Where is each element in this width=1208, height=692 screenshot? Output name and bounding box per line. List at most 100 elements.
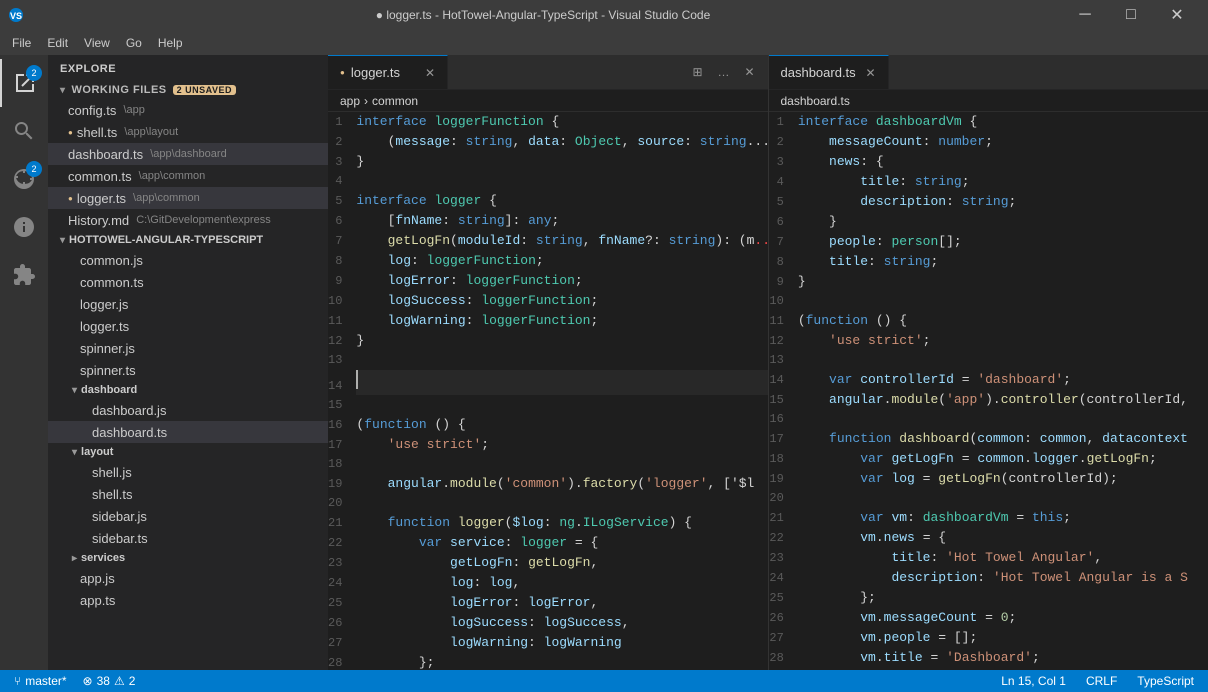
- code-line: 24 description: 'Hot Towel Angular is a …: [769, 568, 1208, 588]
- git-badge: 2: [26, 161, 42, 177]
- line-ending-text: CRLF: [1086, 674, 1117, 688]
- split-editor-button[interactable]: ⊞: [686, 60, 710, 84]
- code-line: 2 messageCount: number;: [769, 132, 1208, 152]
- errors-status[interactable]: ⊗ 38 ⚠ 2: [79, 674, 140, 688]
- file-label: dashboard.ts: [68, 147, 143, 162]
- file-label: shell.ts: [77, 125, 117, 140]
- statusbar: ⑂ master* ⊗ 38 ⚠ 2 Ln 15, Col 1 CRLF Typ…: [0, 670, 1208, 692]
- code-line: 21 function logger($log: ng.ILogService)…: [328, 513, 768, 533]
- file-shell-js[interactable]: shell.js: [48, 461, 328, 483]
- code-line: 21 var vm: dashboardVm = this;: [769, 508, 1208, 528]
- code-line: 19 var log = getLogFn(controllerId);: [769, 469, 1208, 489]
- code-line: 3 news: {: [769, 152, 1208, 172]
- code-line: 4 title: string;: [769, 172, 1208, 192]
- code-line: 11 logWarning: loggerFunction;: [328, 311, 768, 331]
- tab-dashboard[interactable]: dashboard.ts ✕: [769, 55, 889, 89]
- tab-logger[interactable]: ● logger.ts ✕: [328, 55, 448, 89]
- code-line: 22 var service: logger = {: [328, 533, 768, 553]
- code-line: 5 description: string;: [769, 192, 1208, 212]
- project-folder-header[interactable]: ▾ HOTTOWEL-ANGULAR-TYPESCRIPT: [48, 231, 328, 249]
- editor-content-right[interactable]: 1interface dashboardVm { 2 messageCount:…: [769, 112, 1208, 670]
- language-text: TypeScript: [1137, 674, 1194, 688]
- file-logger-ts[interactable]: logger.ts: [48, 315, 328, 337]
- services-folder-label: services: [81, 552, 125, 564]
- file-spinner-ts[interactable]: spinner.ts: [48, 359, 328, 381]
- debug-activity-icon[interactable]: [0, 203, 48, 251]
- working-file-shell[interactable]: ● shell.ts \app\layout: [48, 121, 328, 143]
- search-activity-icon[interactable]: [0, 107, 48, 155]
- line-ending-status[interactable]: CRLF: [1082, 674, 1121, 688]
- titlebar: VS ● logger.ts - HotTowel-Angular-TypeSc…: [0, 0, 1208, 30]
- editors-area: ● logger.ts ✕ ⊞ … ✕ app › common 1interf…: [328, 55, 1208, 670]
- tab-bar-right: dashboard.ts ✕: [769, 55, 1208, 90]
- file-label: common.ts: [68, 169, 132, 184]
- breadcrumb-part: dashboard.ts: [781, 94, 850, 108]
- file-shell-ts[interactable]: shell.ts: [48, 483, 328, 505]
- activitybar: 2 2: [0, 55, 48, 670]
- menu-file[interactable]: File: [4, 34, 39, 52]
- layout-folder-label: layout: [81, 446, 113, 458]
- code-line: 9 logError: loggerFunction;: [328, 271, 768, 291]
- sidebar: EXPLORE ▾ WORKING FILES 2 UNSAVED config…: [48, 55, 328, 670]
- maximize-button[interactable]: □: [1108, 0, 1154, 30]
- file-sidebar-js[interactable]: sidebar.js: [48, 505, 328, 527]
- tab-filename: dashboard.ts: [781, 65, 856, 80]
- code-line: 17 function dashboard(common: common, da…: [769, 429, 1208, 449]
- tab-close-button[interactable]: ✕: [865, 66, 875, 80]
- language-status[interactable]: TypeScript: [1133, 674, 1198, 688]
- code-line: 1interface dashboardVm {: [769, 112, 1208, 132]
- file-sidebar-ts[interactable]: sidebar.ts: [48, 527, 328, 549]
- file-common-ts[interactable]: common.ts: [48, 271, 328, 293]
- more-actions-button[interactable]: …: [712, 60, 736, 84]
- tab-dirty-dot: ●: [340, 68, 345, 77]
- git-branch-status[interactable]: ⑂ master*: [10, 674, 71, 688]
- code-line: 6 [fnName: string]: any;: [328, 211, 768, 231]
- file-app-js[interactable]: app.js: [48, 567, 328, 589]
- code-line: 8 log: loggerFunction;: [328, 251, 768, 271]
- code-line: 3}: [328, 152, 768, 172]
- menu-help[interactable]: Help: [150, 34, 191, 52]
- breadcrumb-left: app › common: [328, 90, 768, 112]
- file-label: config.ts: [68, 103, 116, 118]
- working-files-label: WORKING FILES: [72, 84, 167, 96]
- code-line: 18 var getLogFn = common.logger.getLogFn…: [769, 449, 1208, 469]
- file-logger-js[interactable]: logger.js: [48, 293, 328, 315]
- file-dashboard-js[interactable]: dashboard.js: [48, 399, 328, 421]
- file-app-ts[interactable]: app.ts: [48, 589, 328, 611]
- cursor-position-status[interactable]: Ln 15, Col 1: [997, 674, 1070, 688]
- dashboard-folder-header[interactable]: ▾ dashboard: [48, 381, 328, 399]
- file-path: \app\dashboard: [147, 148, 227, 160]
- extensions-activity-icon[interactable]: [0, 251, 48, 299]
- code-line: 25 };: [769, 588, 1208, 608]
- explorer-activity-icon[interactable]: 2: [0, 59, 48, 107]
- git-activity-icon[interactable]: 2: [0, 155, 48, 203]
- menu-view[interactable]: View: [76, 34, 118, 52]
- code-area-right: 1interface dashboardVm { 2 messageCount:…: [769, 112, 1208, 670]
- tab-close-button[interactable]: ✕: [425, 66, 435, 80]
- working-file-logger[interactable]: ● logger.ts \app\common: [48, 187, 328, 209]
- warning-icon: ⚠: [114, 674, 125, 688]
- working-file-common[interactable]: common.ts \app\common: [48, 165, 328, 187]
- menu-edit[interactable]: Edit: [39, 34, 76, 52]
- editor-content-left[interactable]: 1interface loggerFunction { 2 (message: …: [328, 112, 768, 670]
- menu-go[interactable]: Go: [118, 34, 150, 52]
- working-file-config[interactable]: config.ts \app: [48, 99, 328, 121]
- file-common-js[interactable]: common.js: [48, 249, 328, 271]
- code-line: 19 angular.module('common').factory('log…: [328, 474, 768, 494]
- editor-pane-right: dashboard.ts ✕ dashboard.ts 1interface d…: [769, 55, 1208, 670]
- layout-folder-header[interactable]: ▾ layout: [48, 443, 328, 461]
- code-line: 24 log: log,: [328, 573, 768, 593]
- code-line: 26 logSuccess: logSuccess,: [328, 613, 768, 633]
- close-button[interactable]: ✕: [1154, 0, 1200, 30]
- file-spinner-js[interactable]: spinner.js: [48, 337, 328, 359]
- working-files-header[interactable]: ▾ WORKING FILES 2 UNSAVED: [48, 79, 328, 99]
- working-file-dashboard[interactable]: dashboard.ts \app\dashboard: [48, 143, 328, 165]
- file-dashboard-ts[interactable]: dashboard.ts: [48, 421, 328, 443]
- working-file-history[interactable]: History.md C:\GitDevelopment\express: [48, 209, 328, 231]
- minimize-button[interactable]: ─: [1062, 0, 1108, 30]
- services-folder-header[interactable]: ▸ services: [48, 549, 328, 567]
- file-path: \app: [120, 104, 144, 116]
- tab-actions: ⊞ … ✕: [680, 55, 768, 89]
- close-tab-button[interactable]: ✕: [738, 60, 762, 84]
- breadcrumb-right: dashboard.ts: [769, 90, 1208, 112]
